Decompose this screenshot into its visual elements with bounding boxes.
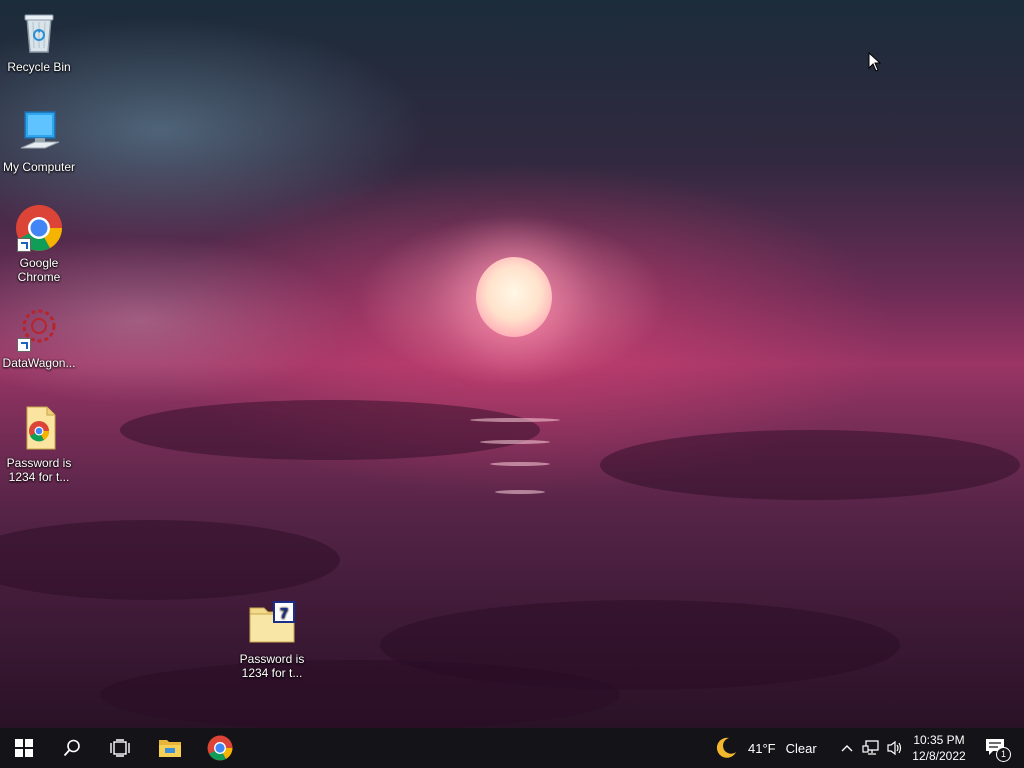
search-button[interactable] — [48, 728, 96, 768]
shortcut-arrow-icon — [17, 238, 31, 252]
svg-text:7: 7 — [280, 605, 288, 622]
taskbar[interactable]: 41°F Clear 10:35 PM 12/8/2022 1 — [0, 728, 1024, 768]
wallpaper-sun — [476, 257, 552, 337]
desktop-icon-google-chrome[interactable]: Google Chrome — [1, 204, 77, 284]
desktop-icon-password-7zip-archive[interactable]: 7 Password is 1234 for t... — [234, 600, 310, 680]
search-icon — [63, 739, 80, 757]
show-hidden-icons-button[interactable] — [838, 728, 856, 768]
action-center-button[interactable]: 1 — [978, 728, 1012, 768]
chevron-up-icon — [841, 745, 853, 752]
desktop-icon-label: DataWagon... — [2, 356, 76, 370]
computer-icon — [15, 108, 63, 156]
chrome-icon — [15, 204, 63, 252]
notification-count-badge: 1 — [996, 747, 1011, 762]
taskbar-chrome[interactable] — [196, 728, 244, 768]
volume-button[interactable] — [884, 728, 906, 768]
network-icon — [862, 740, 879, 755]
datawagon-icon — [15, 304, 63, 352]
desktop-icon-label: Password is 1234 for t... — [6, 456, 72, 484]
clock-time: 10:35 PM — [913, 733, 965, 747]
desktop-icon-label: Recycle Bin — [7, 60, 71, 74]
recycle-bin-icon — [15, 8, 63, 56]
wallpaper-wave — [120, 400, 540, 460]
task-view-icon — [110, 739, 130, 757]
task-view-button[interactable] — [96, 728, 144, 768]
windows-start-icon — [15, 739, 33, 757]
clock-date: 12/8/2022 — [912, 749, 966, 763]
desktop-icon-label: My Computer — [2, 160, 76, 174]
weather-widget[interactable]: 41°F Clear — [714, 728, 824, 768]
wallpaper-wave — [100, 660, 620, 728]
desktop[interactable]: Recycle Bin My Computer Google Chrome Da… — [0, 0, 1024, 728]
desktop-icon-label: Google Chrome — [17, 256, 61, 284]
chrome-icon — [207, 735, 233, 761]
desktop-icon-my-computer[interactable]: My Computer — [1, 108, 77, 174]
wallpaper-wave — [0, 520, 340, 600]
desktop-icon-recycle-bin[interactable]: Recycle Bin — [1, 8, 77, 74]
taskbar-file-explorer[interactable] — [146, 728, 194, 768]
wallpaper-glint — [490, 462, 550, 466]
file-explorer-icon — [159, 740, 181, 757]
start-button[interactable] — [0, 728, 48, 768]
chrome-html-file-icon — [15, 404, 63, 452]
wallpaper-glint — [480, 440, 550, 444]
desktop-icon-datawagon[interactable]: DataWagon... — [1, 304, 77, 370]
weather-condition: Clear — [785, 740, 817, 756]
desktop-icon-password-html-file[interactable]: Password is 1234 for t... — [1, 404, 77, 484]
network-button[interactable] — [860, 728, 882, 768]
shortcut-arrow-icon — [17, 338, 31, 352]
clock[interactable]: 10:35 PM 12/8/2022 — [908, 728, 970, 768]
wallpaper-wave — [600, 430, 1020, 500]
wallpaper-glint — [495, 490, 545, 494]
desktop-icon-label: Password is 1234 for t... — [239, 652, 305, 680]
moon-icon — [716, 737, 736, 758]
wallpaper-glint — [470, 418, 560, 422]
7zip-archive-icon: 7 — [248, 600, 296, 648]
volume-icon — [887, 740, 902, 756]
mouse-cursor-icon — [868, 51, 882, 72]
weather-temperature: 41°F — [748, 740, 776, 756]
